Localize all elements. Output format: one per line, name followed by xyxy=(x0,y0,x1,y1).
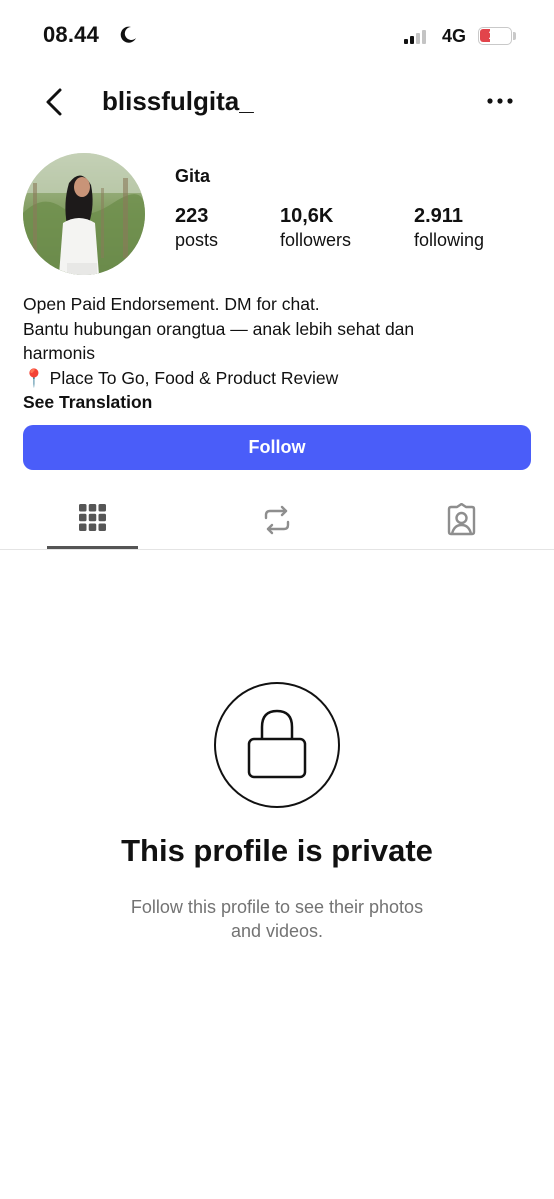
more-options-icon[interactable] xyxy=(486,94,514,108)
stat-following[interactable]: 2.911 following xyxy=(414,205,484,251)
private-profile-title: This profile is private xyxy=(121,833,433,868)
tab-divider xyxy=(0,549,554,550)
private-profile-subtitle: Follow this profile to see their photos … xyxy=(100,895,454,943)
bio-line: harmonis xyxy=(23,343,95,363)
subtitle-line: and videos. xyxy=(230,921,324,941)
stat-posts[interactable]: 223 posts xyxy=(175,205,218,251)
battery-level: 16 xyxy=(488,28,502,42)
followers-count: 10,6K xyxy=(280,205,334,227)
profile-bio: Open Paid Endorsement. DM for chat. Bant… xyxy=(23,292,533,415)
moon-icon xyxy=(120,26,136,43)
cellular-signal-icon xyxy=(404,30,432,44)
posts-count: 223 xyxy=(175,205,209,227)
follow-button[interactable]: Follow xyxy=(23,425,531,470)
lock-icon xyxy=(247,709,307,779)
following-label: following xyxy=(414,230,485,250)
profile-avatar[interactable] xyxy=(23,153,145,275)
profile-username: blissfulgita_ xyxy=(102,86,254,116)
grid-icon[interactable] xyxy=(79,504,106,531)
bio-line: Open Paid Endorsement. DM for chat. xyxy=(23,294,320,314)
battery-icon: 16 xyxy=(478,27,512,45)
network-type: 4G xyxy=(442,26,467,46)
subtitle-line: Follow this profile to see their photos xyxy=(130,897,424,917)
back-chevron-icon[interactable] xyxy=(40,86,68,118)
status-time: 08.44 xyxy=(43,22,100,47)
see-translation-link[interactable]: See Translation xyxy=(23,390,533,415)
bio-line: 📍 Place To Go, Food & Product Review xyxy=(23,367,339,388)
posts-label: posts xyxy=(175,230,219,250)
reels-repost-icon[interactable] xyxy=(262,504,292,536)
following-count: 2.911 xyxy=(414,205,463,227)
tagged-person-icon[interactable] xyxy=(445,503,478,536)
display-name: Gita xyxy=(175,166,211,186)
bio-line: Bantu hubungan orangtua — anak lebih seh… xyxy=(23,318,415,339)
stat-followers[interactable]: 10,6K followers xyxy=(280,205,351,251)
followers-label: followers xyxy=(280,230,352,250)
battery-cap xyxy=(513,32,516,40)
